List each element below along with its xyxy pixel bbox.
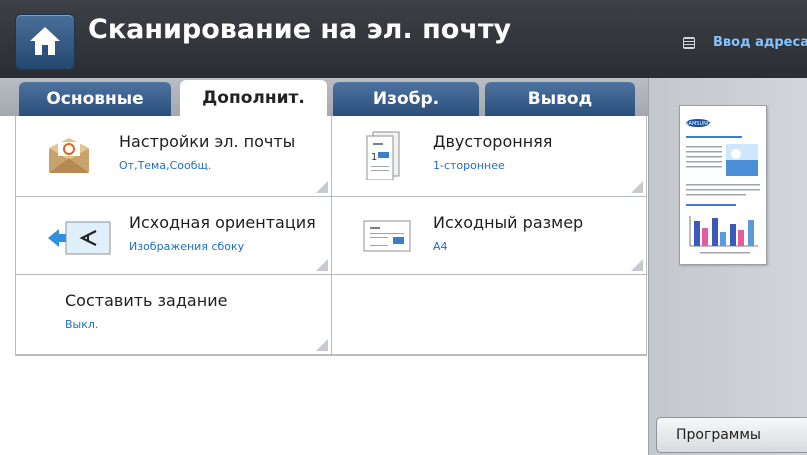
svg-text:1: 1 xyxy=(371,152,377,163)
document-preview[interactable]: SAMSUNG xyxy=(679,105,767,265)
build-job-option[interactable]: Составить задание Выкл. xyxy=(16,275,332,355)
programs-button[interactable]: Программы xyxy=(656,417,807,453)
tab-image[interactable]: Изобр. xyxy=(333,82,479,116)
original-size-label: Исходный размер xyxy=(433,213,584,232)
original-size-value: A4 xyxy=(433,240,448,253)
address-book-icon[interactable] xyxy=(683,37,695,49)
corner-arrow-icon xyxy=(631,259,643,271)
email-envelope-icon xyxy=(49,138,89,173)
build-job-label: Составить задание xyxy=(65,291,228,310)
original-orientation-value: Изображения сбоку xyxy=(129,240,245,253)
empty-option-slot xyxy=(332,275,647,355)
tab-basic[interactable]: Основные xyxy=(19,82,171,116)
document-preview-icon: SAMSUNG xyxy=(685,119,760,254)
duplex-value: 1-стороннее xyxy=(433,159,505,172)
duplex-option[interactable]: 1 Двусторонняя 1-стороннее xyxy=(332,116,647,197)
page-title: Сканирование на эл. почту xyxy=(88,14,512,45)
home-icon xyxy=(30,27,60,55)
duplex-document-icon: 1 xyxy=(366,131,400,180)
original-size-option[interactable]: Исходный размер A4 xyxy=(332,197,647,275)
orientation-icon xyxy=(48,221,111,255)
tab-bar: Основные Дополнит. Изобр. Вывод xyxy=(0,78,648,116)
tab-advanced[interactable]: Дополнит. xyxy=(180,80,327,116)
home-button[interactable] xyxy=(15,14,75,70)
options-grid: Настройки эл. почты От,Тема,Сообщ. 1 Дву… xyxy=(15,116,647,356)
header-bar: Сканирование на эл. почту Ввод адреса xyxy=(0,0,807,78)
email-settings-option[interactable]: Настройки эл. почты От,Тема,Сообщ. xyxy=(16,116,332,197)
preview-panel: SAMSUNG Программы xyxy=(648,78,807,455)
preview-logo-text: SAMSUNG xyxy=(685,121,711,127)
tab-output[interactable]: Вывод xyxy=(485,82,635,116)
corner-arrow-icon xyxy=(631,181,643,193)
corner-arrow-icon xyxy=(316,259,328,271)
corner-arrow-icon xyxy=(316,181,328,193)
email-settings-label: Настройки эл. почты xyxy=(119,132,296,151)
original-orientation-label: Исходная ориентация xyxy=(129,213,316,232)
original-size-icon xyxy=(363,220,411,252)
build-job-value: Выкл. xyxy=(65,318,99,331)
corner-arrow-icon xyxy=(316,339,328,351)
original-orientation-option[interactable]: Исходная ориентация Изображения сбоку xyxy=(16,197,332,275)
address-input-link[interactable]: Ввод адреса xyxy=(713,35,807,50)
duplex-label: Двусторонняя xyxy=(433,132,553,151)
email-settings-value: От,Тема,Сообщ. xyxy=(119,159,212,172)
